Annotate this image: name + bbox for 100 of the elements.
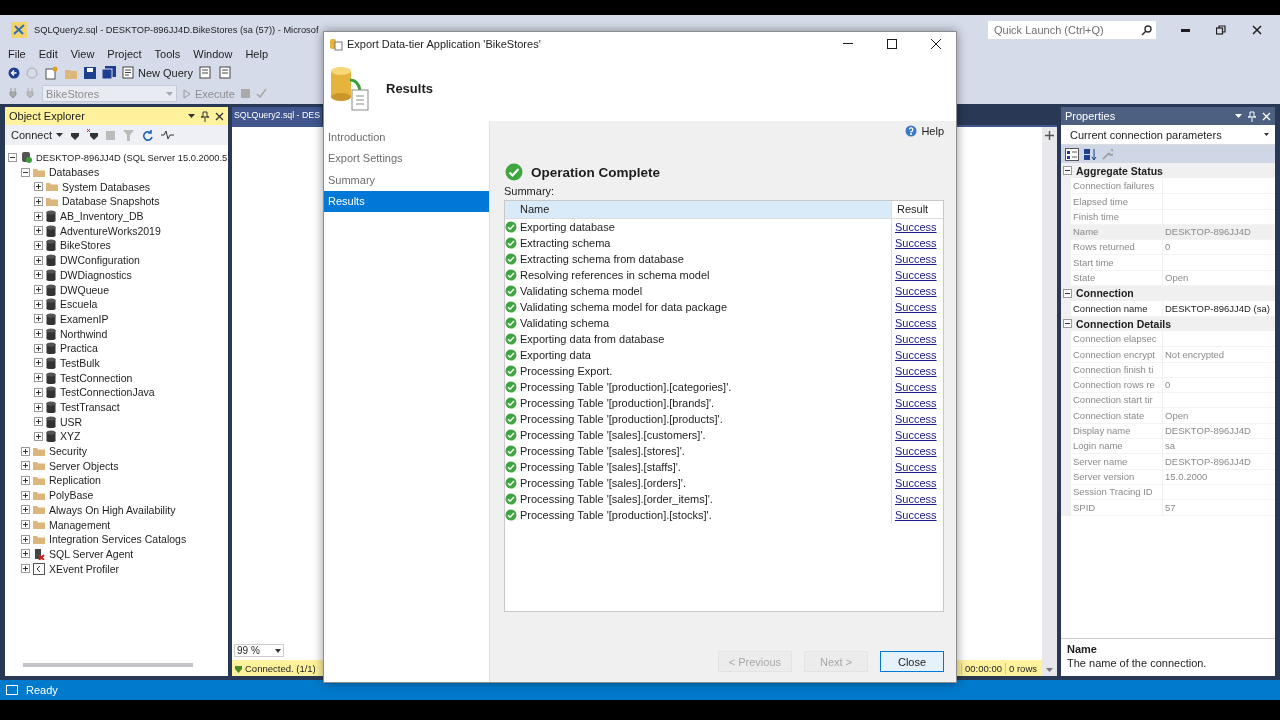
result-link[interactable]: Success xyxy=(891,491,943,507)
check-icon[interactable] xyxy=(255,88,267,99)
scroll-down-icon[interactable] xyxy=(1046,668,1053,672)
tree-toggle-icon[interactable] xyxy=(34,417,43,427)
tree-toggle-icon[interactable] xyxy=(34,358,43,368)
column-header[interactable]: Name xyxy=(505,201,891,218)
tree-toggle-icon[interactable] xyxy=(1063,166,1072,176)
result-link[interactable]: Success xyxy=(891,267,943,283)
dropdown-icon[interactable] xyxy=(188,114,195,118)
result-link[interactable]: Success xyxy=(891,219,943,235)
result-link[interactable]: Success xyxy=(891,459,943,475)
connect-button[interactable]: Connect xyxy=(11,129,63,141)
wizard-step[interactable]: Summary xyxy=(324,169,489,191)
tree-toggle-icon[interactable] xyxy=(1063,319,1072,329)
tree-item[interactable]: Replication xyxy=(48,474,102,487)
result-link[interactable]: Success xyxy=(891,379,943,395)
help-link[interactable]: Help xyxy=(905,125,944,137)
tree-toggle-icon[interactable] xyxy=(34,226,43,236)
save-all-icon[interactable] xyxy=(102,66,116,79)
result-link[interactable]: Success xyxy=(891,283,943,299)
save-icon[interactable] xyxy=(84,66,96,79)
tree-item[interactable]: AdventureWorks2019 xyxy=(59,224,162,237)
result-link[interactable]: Success xyxy=(891,235,943,251)
menu-item[interactable]: Edit xyxy=(33,47,66,60)
tree-item[interactable]: Server Objects xyxy=(48,459,120,472)
dropdown-icon[interactable] xyxy=(1235,114,1242,118)
tree-toggle-icon[interactable] xyxy=(8,152,17,162)
result-link[interactable]: Success xyxy=(891,475,943,491)
result-link[interactable]: Success xyxy=(891,443,943,459)
tree-toggle-icon[interactable] xyxy=(21,564,30,574)
wizard-button[interactable]: Close xyxy=(880,651,944,672)
tree-toggle-icon[interactable] xyxy=(34,196,43,206)
tree-item[interactable]: TestBulk xyxy=(59,356,101,369)
tree-item[interactable]: DWConfiguration xyxy=(59,254,141,267)
tree-item[interactable]: AB_Inventory_DB xyxy=(59,210,145,223)
tree-toggle-icon[interactable] xyxy=(21,461,30,471)
activity-icon[interactable] xyxy=(161,130,174,140)
tree-toggle-icon[interactable] xyxy=(21,520,30,530)
menu-item[interactable]: Window xyxy=(188,47,241,60)
tree-item[interactable]: SQL Server Agent xyxy=(48,547,135,560)
result-link[interactable]: Success xyxy=(891,299,943,315)
tree-item[interactable]: Security xyxy=(48,445,88,458)
tree-item[interactable]: TestConnectionJava xyxy=(59,386,156,399)
refresh-icon[interactable] xyxy=(142,129,153,141)
tree-item[interactable]: ExamenIP xyxy=(59,312,110,325)
tree-toggle-icon[interactable] xyxy=(21,505,30,515)
tree-toggle-icon[interactable] xyxy=(34,387,43,397)
query-icon[interactable] xyxy=(199,66,214,79)
tree-toggle-icon[interactable] xyxy=(34,343,43,353)
result-link[interactable]: Success xyxy=(891,411,943,427)
tree-toggle-icon[interactable] xyxy=(21,475,30,485)
tree-item[interactable]: USR xyxy=(59,415,84,428)
tree-toggle-icon[interactable] xyxy=(34,402,43,412)
tree-item[interactable]: Always On High Availability xyxy=(48,503,177,516)
tree-item[interactable]: TestTransact xyxy=(59,401,121,414)
tree-item[interactable]: DWDiagnostics xyxy=(59,268,133,281)
disconnect-icon[interactable] xyxy=(87,129,98,141)
wizard-step[interactable]: Introduction xyxy=(324,127,489,149)
pin-icon[interactable] xyxy=(201,110,209,122)
tree-toggle-icon[interactable] xyxy=(34,431,43,441)
tree-item[interactable]: Databases xyxy=(48,166,101,179)
tree-item[interactable]: XYZ xyxy=(59,430,82,443)
tree-item[interactable]: PolyBase xyxy=(48,489,95,502)
quick-launch-field[interactable]: Quick Launch (Ctrl+Q) xyxy=(988,21,1156,39)
result-link[interactable]: Success xyxy=(891,507,943,523)
categorized-icon[interactable] xyxy=(1065,147,1079,161)
tree-toggle-icon[interactable] xyxy=(21,490,30,500)
tree-toggle-icon[interactable] xyxy=(34,314,43,324)
tree-item[interactable]: BikeStores xyxy=(59,239,112,252)
add-split-icon[interactable] xyxy=(1045,131,1054,140)
scrollbar-thumb[interactable] xyxy=(23,663,193,667)
back-icon[interactable] xyxy=(8,66,20,79)
tree-toggle-icon[interactable] xyxy=(21,167,30,177)
tree-item[interactable]: Escuela xyxy=(59,298,99,311)
tree-toggle-icon[interactable] xyxy=(34,285,43,295)
tree-toggle-icon[interactable] xyxy=(34,373,43,383)
tree-toggle-icon[interactable] xyxy=(21,534,30,544)
tree-item[interactable]: System Databases xyxy=(61,180,152,193)
editor-tab[interactable]: SQLQuery2.sql - DES xyxy=(232,107,323,125)
new-project-icon[interactable] xyxy=(44,65,58,80)
menu-item[interactable]: File xyxy=(3,47,34,60)
tree-toggle-icon[interactable] xyxy=(21,446,30,456)
tree-toggle-icon[interactable] xyxy=(34,270,43,280)
tree-item[interactable]: DESKTOP-896JJ4D (SQL Server 15.0.2000.5 xyxy=(35,151,228,163)
menu-item[interactable]: View xyxy=(65,47,103,60)
tree-toggle-icon[interactable] xyxy=(21,549,30,559)
new-query-button[interactable]: New Query xyxy=(122,66,194,79)
tree-item[interactable]: TestConnection xyxy=(59,371,134,384)
tree-item[interactable]: Northwind xyxy=(59,327,109,340)
tree-item[interactable]: Practica xyxy=(59,342,99,355)
result-link[interactable]: Success xyxy=(891,363,943,379)
tree-toggle-icon[interactable] xyxy=(34,255,43,265)
tree-item[interactable]: Management xyxy=(48,518,112,531)
sort-alpha-icon[interactable] xyxy=(1083,147,1097,161)
zoom-dropdown[interactable]: 99 % xyxy=(234,644,284,657)
tree-toggle-icon[interactable] xyxy=(1063,288,1072,298)
tree-item[interactable]: Database Snapshots xyxy=(61,195,161,208)
menu-item[interactable]: Help xyxy=(240,47,277,60)
tree-item[interactable]: Integration Services Catalogs xyxy=(48,533,188,546)
tree-item[interactable]: XEvent Profiler xyxy=(48,562,121,575)
